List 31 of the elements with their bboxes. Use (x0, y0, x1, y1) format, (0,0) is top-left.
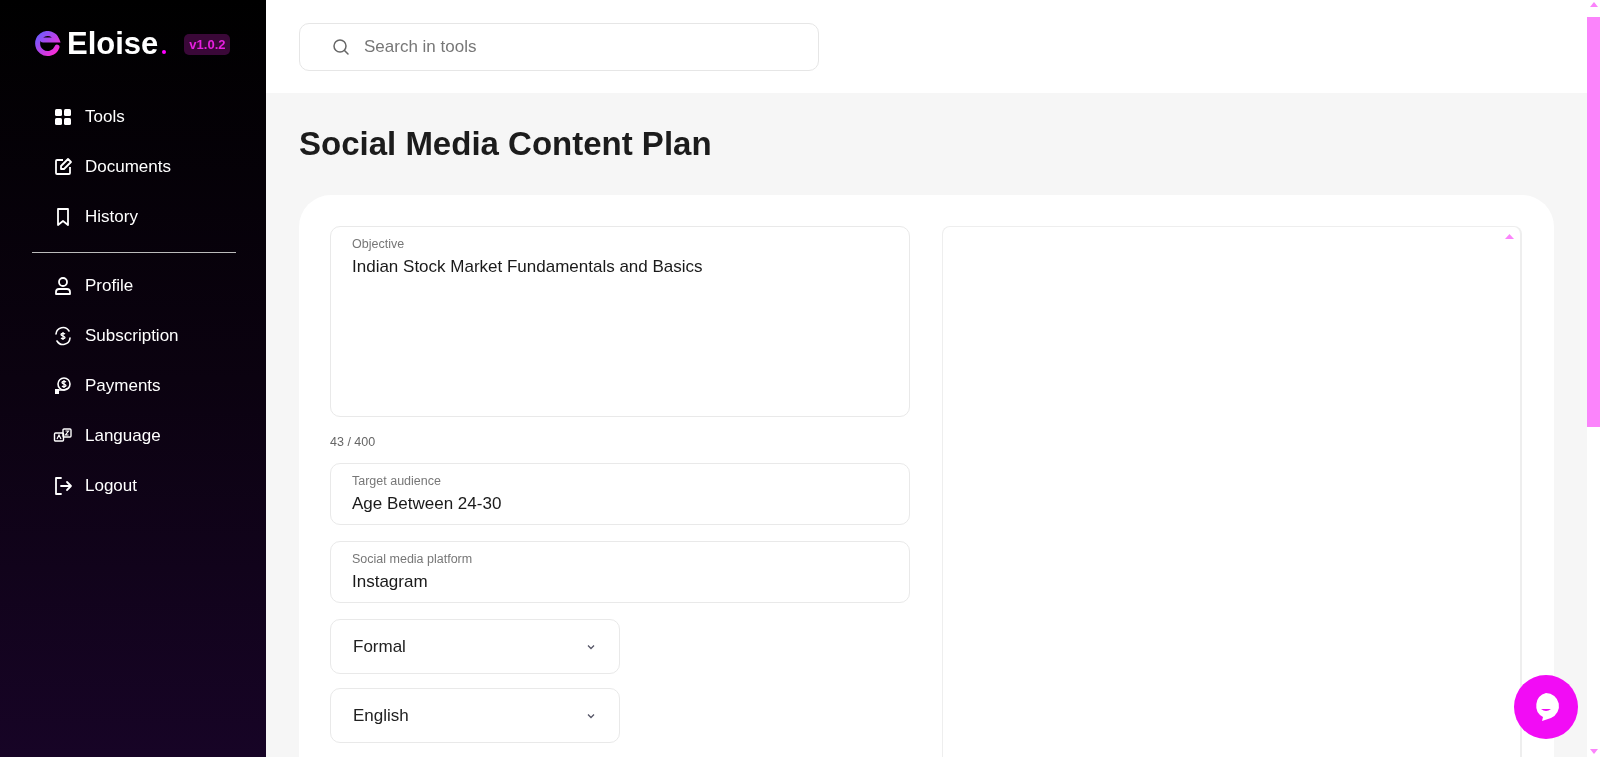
sidebar-item[interactable]: Documents (85, 157, 171, 177)
logo-icon (35, 31, 61, 57)
sidebar-item[interactable]: Tools (85, 107, 125, 127)
search-field[interactable]: Search in tools (299, 22, 819, 71)
sidebar-item[interactable]: History (85, 207, 138, 227)
sidebar-item[interactable]: Language (85, 426, 161, 446)
scroll-down-arrow-icon[interactable] (1589, 749, 1598, 754)
dropdown[interactable]: English (330, 688, 620, 743)
search-icon (332, 37, 350, 56)
character-counter: 43 / 400 (330, 435, 377, 450)
user-icon (53, 276, 73, 296)
sidebar-item[interactable]: Logout (85, 476, 137, 496)
grid-icon (53, 107, 73, 127)
objective-field[interactable]: Objective Indian Stock Market Fundamentals and Basics (330, 226, 910, 418)
dropdown[interactable]: Formal (330, 619, 620, 675)
scroll-up-arrow-icon[interactable] (1505, 233, 1514, 239)
page-title: Social Media Content Plan (299, 125, 712, 163)
input-field[interactable]: Target audience Age Between 24-30 (330, 463, 910, 526)
scrollbar-thumb[interactable] (1587, 17, 1600, 427)
brand-name: Eloise (67, 26, 159, 62)
scroll-up-arrow-icon[interactable] (1589, 2, 1598, 7)
logout-icon (53, 476, 73, 496)
version-badge: v1.0.2 (184, 33, 231, 55)
sidebar-item[interactable]: Subscription (85, 326, 179, 346)
sidebar-item[interactable]: Profile (85, 276, 134, 296)
sidebar-item[interactable]: Payments (85, 376, 161, 396)
dollar-cycle-icon (53, 326, 73, 346)
brand-dot-icon (162, 50, 167, 54)
input-field[interactable]: Social media platform Instagram (330, 541, 910, 604)
money-hand-icon (53, 376, 73, 396)
edit-icon (53, 157, 73, 177)
